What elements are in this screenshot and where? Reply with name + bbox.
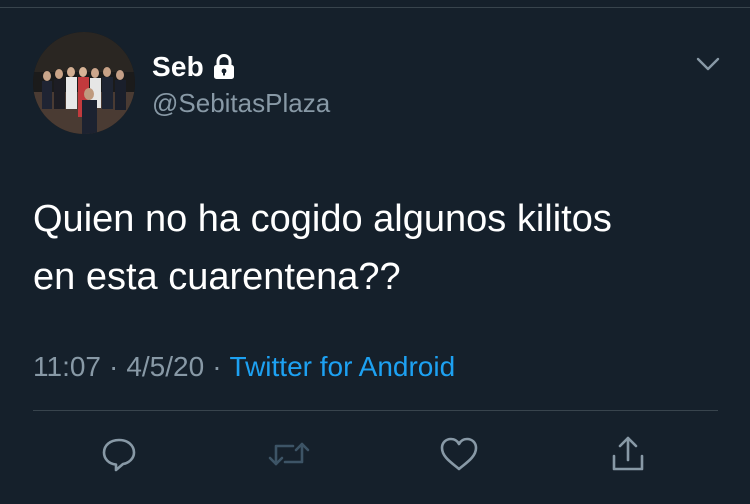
actions-divider xyxy=(33,410,718,411)
retweet-button[interactable] xyxy=(267,432,311,476)
lock-icon xyxy=(212,54,236,80)
tweet-text-line-2: en esta cuarentena?? xyxy=(33,256,401,298)
retweet-icon xyxy=(268,442,310,466)
chevron-down-icon[interactable] xyxy=(695,55,721,73)
tweet-date[interactable]: 4/5/20 xyxy=(126,351,204,382)
like-icon xyxy=(440,437,478,471)
reply-button[interactable] xyxy=(97,432,141,476)
like-button[interactable] xyxy=(437,432,481,476)
reply-icon xyxy=(102,438,136,472)
share-icon xyxy=(612,436,644,471)
tweet-source-link[interactable]: Twitter for Android xyxy=(230,351,456,382)
meta-separator: · xyxy=(109,351,119,382)
top-divider xyxy=(0,7,750,8)
tweet-text: Quien no ha cogido algunos kilitos en es… xyxy=(33,190,723,306)
avatar-photo xyxy=(33,32,135,134)
name-row[interactable]: Seb xyxy=(152,50,236,84)
user-handle[interactable]: @SebitasPlaza xyxy=(152,88,330,119)
tweet-text-line-1: Quien no ha cogido algunos kilitos xyxy=(33,198,612,240)
tweet-meta: 11:07 · 4/5/20 · Twitter for Android xyxy=(33,351,455,383)
tweet-time[interactable]: 11:07 xyxy=(33,351,101,382)
share-button[interactable] xyxy=(606,432,650,476)
display-name[interactable]: Seb xyxy=(152,51,204,83)
avatar[interactable] xyxy=(33,32,135,134)
meta-separator: · xyxy=(212,351,222,382)
